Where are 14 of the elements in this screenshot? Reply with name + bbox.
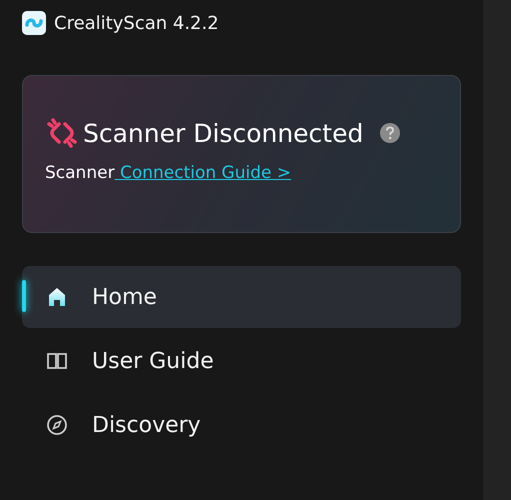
home-icon: [46, 286, 68, 308]
nav-item[interactable]: User Guide: [22, 330, 461, 392]
compass-icon: [46, 414, 68, 436]
broken-link-icon: [45, 116, 79, 150]
help-icon[interactable]: [379, 122, 402, 144]
app-title: CrealityScan 4.2.2: [54, 12, 219, 34]
book-icon: [46, 350, 68, 372]
nav-item[interactable]: Discovery: [22, 394, 461, 456]
nav-item[interactable]: Home: [22, 266, 461, 328]
app-logo-icon: [22, 11, 46, 35]
connection-guide-link[interactable]: Connection Guide >: [114, 163, 292, 183]
status-title: Scanner Disconnected: [83, 118, 364, 148]
status-text: Scanner: [45, 163, 115, 183]
active-indicator: [22, 280, 26, 312]
